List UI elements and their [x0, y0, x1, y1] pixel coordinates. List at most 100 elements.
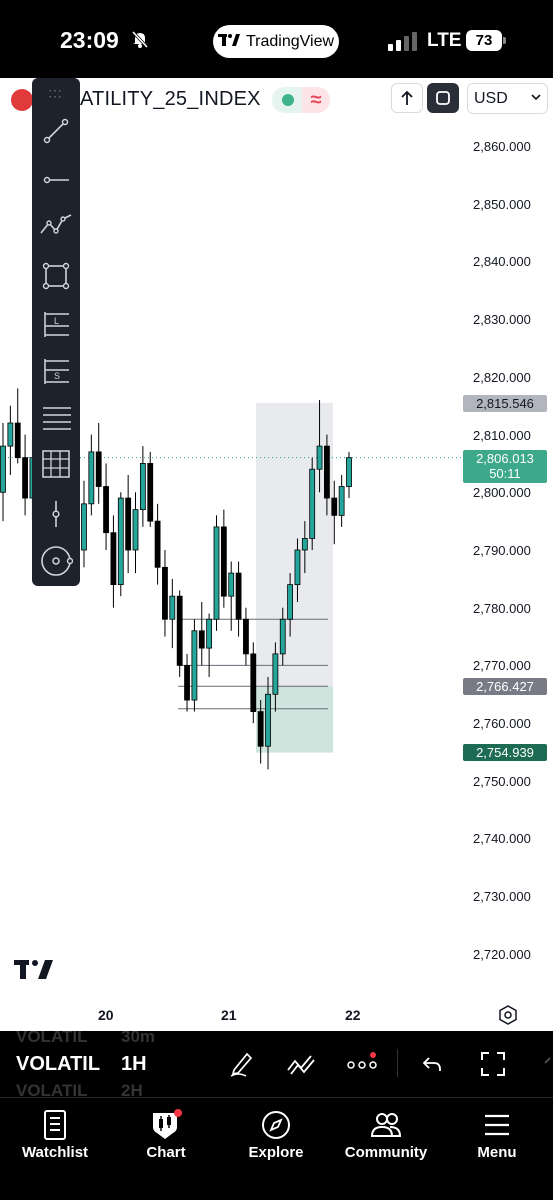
tab-chart[interactable]: Chart [116, 1106, 216, 1161]
candle [243, 607, 249, 666]
candle [213, 515, 220, 631]
candle [198, 601, 205, 666]
candle [139, 446, 146, 527]
frame-icon [436, 91, 450, 105]
svg-text:S: S [54, 371, 60, 381]
fib-retracement-tool-icon[interactable] [38, 400, 74, 436]
signal-icon [388, 31, 418, 51]
symbol-picker[interactable]: VOLATIL [16, 1053, 100, 1076]
candle [103, 463, 109, 550]
price-axis-label: 2,810.000 [473, 427, 531, 443]
arrow-up-icon [401, 90, 413, 105]
app-pill-label: TradingView [245, 32, 335, 50]
low-price-tag: 2,754.939 [463, 744, 547, 761]
grid-tool-icon[interactable] [38, 446, 74, 482]
scroll-up-button[interactable] [391, 83, 423, 113]
candle [206, 613, 213, 677]
candle [132, 492, 139, 574]
tab-watchlist[interactable]: Watchlist [5, 1106, 105, 1161]
price-axis-label: 2,750.000 [473, 773, 531, 789]
current-price-tag: 2,806.013 50:11 [463, 450, 547, 483]
candle [95, 423, 102, 504]
market-status-badge[interactable]: ≈ [272, 87, 330, 113]
drag-handle-icon[interactable]: ⋯ ⋯ [48, 83, 63, 103]
candle [154, 503, 161, 585]
candle [14, 388, 21, 464]
indicators-wave-icon[interactable] [284, 1047, 318, 1081]
vertical-line-tool-icon[interactable] [38, 496, 74, 532]
bottom-tab-bar[interactable]: Watchlist Chart Explore Community Menu [0, 1097, 553, 1200]
drawing-toolbar[interactable]: ⋯ ⋯ L S [32, 78, 80, 586]
candle [191, 619, 198, 712]
price-axis-label: 2,860.000 [473, 139, 531, 154]
fullscreen-expand-icon[interactable] [476, 1047, 510, 1081]
date-label-21: 21 [221, 1007, 237, 1023]
chart-control-bar[interactable]: VOLATIL 30m VOLATIL 1H VOLATIL 2H [0, 1031, 553, 1097]
fullscreen-button[interactable] [427, 83, 459, 113]
tab-community-label: Community [344, 1144, 428, 1161]
control-divider [397, 1049, 398, 1077]
price-axis-label: 2,830.000 [473, 312, 531, 328]
horizontal-ray-tool-icon[interactable] [38, 162, 74, 198]
more-options-icon[interactable] [345, 1047, 379, 1081]
battery-icon: 73 [466, 30, 502, 51]
chevron-down-icon [531, 84, 541, 113]
candle [88, 434, 95, 516]
trend-line-tool-icon[interactable] [38, 113, 74, 149]
candle [125, 474, 132, 574]
rectangle-tool-icon[interactable] [38, 258, 74, 294]
redo-icon[interactable] [534, 1047, 553, 1081]
candle [22, 434, 28, 516]
candle [110, 515, 117, 608]
long-position-tool-icon[interactable]: L [38, 306, 74, 342]
pattern-tool-icon[interactable] [38, 208, 74, 244]
tradingview-pill[interactable]: TradingView [213, 25, 339, 58]
candle [176, 590, 183, 677]
mid-price-tag: 2,766.427 [463, 678, 547, 695]
currency-value: USD [474, 90, 508, 107]
community-icon [336, 1106, 436, 1144]
watchlist-icon [5, 1106, 105, 1144]
candlestick-chart[interactable] [0, 78, 553, 1031]
price-axis-label: 2,800.000 [473, 485, 531, 501]
tab-menu-label: Menu [477, 1144, 517, 1161]
chart-area[interactable]: ATILITY_25_INDEX ≈ USD 2,860.000 2,850.00… [0, 78, 553, 1031]
tab-community[interactable]: Community [336, 1106, 436, 1161]
clock: 23:09 [60, 27, 119, 53]
interval-picker-next: 2H [121, 1081, 143, 1097]
bell-muted-icon [130, 29, 150, 54]
candle [162, 550, 168, 637]
bar-countdown: 50:11 [489, 466, 521, 481]
tab-explore[interactable]: Explore [226, 1106, 326, 1161]
candle [220, 509, 227, 608]
svg-text:L: L [54, 316, 59, 326]
date-label-20: 20 [98, 1007, 114, 1023]
tab-menu[interactable]: Menu [447, 1106, 547, 1161]
tab-watchlist-label: Watchlist [21, 1144, 89, 1161]
draw-pen-icon[interactable] [225, 1047, 259, 1081]
currency-select[interactable]: USD [467, 83, 548, 114]
interval-picker[interactable]: 1H [121, 1053, 147, 1076]
price-axis-label: 2,820.000 [473, 369, 531, 385]
battery-tip [503, 37, 506, 44]
candle [346, 451, 352, 499]
price-axis-label: 2,740.000 [473, 831, 531, 847]
circle-tool-icon[interactable] [38, 543, 74, 579]
candle [81, 480, 87, 568]
price-axis-label: 2,720.000 [473, 946, 531, 962]
tab-chart-label: Chart [146, 1144, 186, 1161]
undo-icon[interactable] [415, 1047, 449, 1081]
price-axis-label: 2,790.000 [473, 542, 531, 558]
candle [228, 561, 235, 631]
symbol-name[interactable]: ATILITY_25_INDEX [80, 88, 261, 111]
short-position-tool-icon[interactable]: S [38, 353, 74, 389]
symbol-picker-next: VOLATIL [16, 1081, 88, 1097]
tab-explore-label: Explore [248, 1144, 304, 1161]
candle [338, 474, 345, 527]
high-price-tag: 2,815.546 [463, 395, 547, 412]
price-axis-label: 2,730.000 [473, 889, 531, 905]
menu-icon [447, 1106, 547, 1144]
candle [184, 653, 190, 712]
price-axis-label: 2,850.000 [473, 196, 531, 212]
chart-settings-icon[interactable] [497, 1004, 519, 1031]
